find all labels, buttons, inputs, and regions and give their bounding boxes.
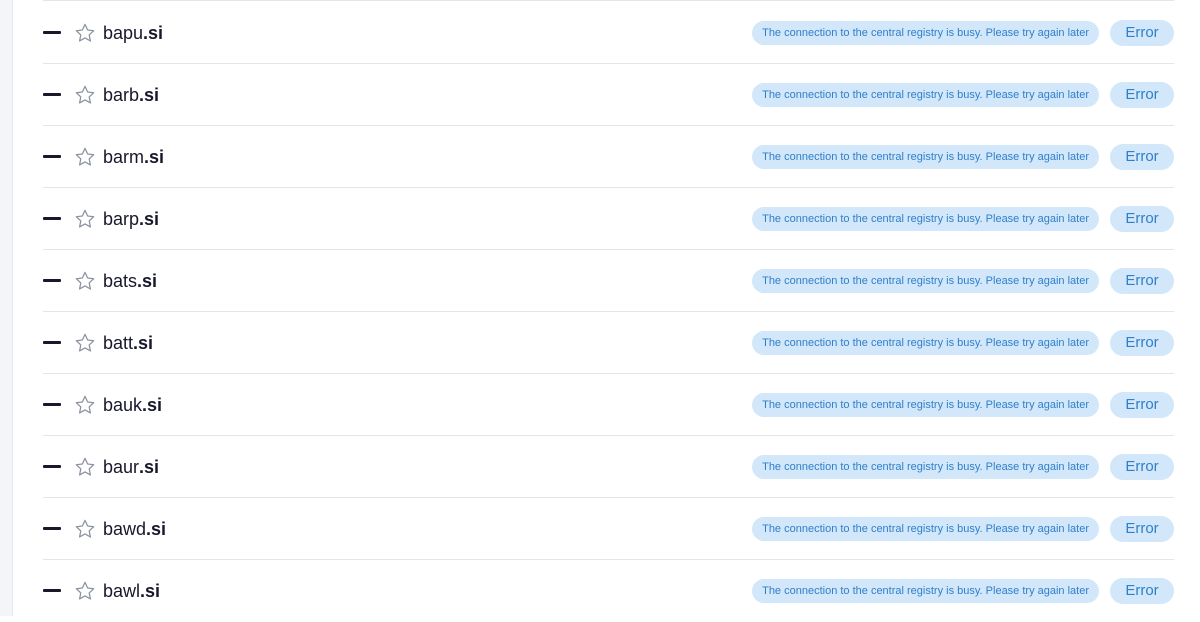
domain-label: baur — [103, 457, 140, 477]
status-message-badge: The connection to the central registry i… — [752, 393, 1099, 417]
star-outline-icon — [75, 395, 95, 414]
status-message-badge: The connection to the central registry i… — [752, 579, 1099, 603]
remove-button[interactable] — [43, 279, 61, 282]
domain-results-list: bapu.si The connection to the central re… — [43, 0, 1174, 621]
status-message-badge: The connection to the central registry i… — [752, 21, 1099, 45]
status-message-badge: The connection to the central registry i… — [752, 331, 1099, 355]
star-outline-icon — [75, 271, 95, 290]
status-message-badge: The connection to the central registry i… — [752, 269, 1099, 293]
favorite-button[interactable] — [74, 580, 96, 602]
status-message-badge: The connection to the central registry i… — [752, 455, 1099, 479]
star-outline-icon — [75, 581, 95, 600]
remove-button[interactable] — [43, 589, 61, 592]
status-button[interactable]: Error — [1110, 144, 1174, 170]
list-item: batt.si The connection to the central re… — [43, 311, 1174, 373]
list-item: barp.si The connection to the central re… — [43, 187, 1174, 249]
domain-tld: .si — [139, 85, 160, 105]
status-button[interactable]: Error — [1110, 516, 1174, 542]
status-button[interactable]: Error — [1110, 268, 1174, 294]
domain-tld: .si — [144, 147, 165, 167]
domain-name: bawd.si — [103, 517, 166, 541]
list-item: barm.si The connection to the central re… — [43, 125, 1174, 187]
remove-button[interactable] — [43, 93, 61, 96]
status-button[interactable]: Error — [1110, 330, 1174, 356]
status-button[interactable]: Error — [1110, 82, 1174, 108]
domain-tld: .si — [146, 519, 167, 539]
favorite-button[interactable] — [74, 84, 96, 106]
list-item: barb.si The connection to the central re… — [43, 63, 1174, 125]
domain-name: bawl.si — [103, 579, 160, 603]
remove-button[interactable] — [43, 217, 61, 220]
domain-tld: .si — [139, 457, 160, 477]
star-outline-icon — [75, 333, 95, 352]
star-outline-icon — [75, 457, 95, 476]
domain-label: batt — [103, 333, 134, 353]
domain-name: bauk.si — [103, 393, 162, 417]
remove-button[interactable] — [43, 341, 61, 344]
favorite-button[interactable] — [74, 518, 96, 540]
star-outline-icon — [75, 209, 95, 228]
status-button[interactable]: Error — [1110, 20, 1174, 46]
domain-label: barm — [103, 147, 145, 167]
list-item: bapu.si The connection to the central re… — [43, 0, 1174, 63]
status-message-badge: The connection to the central registry i… — [752, 207, 1099, 231]
domain-label: barp — [103, 209, 140, 229]
star-outline-icon — [75, 85, 95, 104]
left-rail — [0, 0, 13, 616]
favorite-button[interactable] — [74, 270, 96, 292]
star-outline-icon — [75, 23, 95, 42]
favorite-button[interactable] — [74, 146, 96, 168]
favorite-button[interactable] — [74, 208, 96, 230]
list-item: bats.si The connection to the central re… — [43, 249, 1174, 311]
domain-name: bapu.si — [103, 21, 163, 45]
domain-tld: .si — [133, 333, 154, 353]
star-outline-icon — [75, 519, 95, 538]
list-item: baur.si The connection to the central re… — [43, 435, 1174, 497]
star-outline-icon — [75, 147, 95, 166]
domain-name: bats.si — [103, 269, 157, 293]
favorite-button[interactable] — [74, 456, 96, 478]
list-item: bawl.si The connection to the central re… — [43, 559, 1174, 621]
status-button[interactable]: Error — [1110, 578, 1174, 604]
status-message-badge: The connection to the central registry i… — [752, 145, 1099, 169]
status-button[interactable]: Error — [1110, 392, 1174, 418]
status-button[interactable]: Error — [1110, 206, 1174, 232]
domain-name: batt.si — [103, 331, 153, 355]
remove-button[interactable] — [43, 31, 61, 34]
list-item: bawd.si The connection to the central re… — [43, 497, 1174, 559]
domain-name: baur.si — [103, 455, 159, 479]
domain-name: barp.si — [103, 207, 159, 231]
favorite-button[interactable] — [74, 332, 96, 354]
status-message-badge: The connection to the central registry i… — [752, 517, 1099, 541]
domain-name: barb.si — [103, 83, 159, 107]
domain-label: bawd — [103, 519, 147, 539]
domain-tld: .si — [139, 209, 160, 229]
domain-label: bawl — [103, 581, 141, 601]
domain-label: bats — [103, 271, 138, 291]
domain-label: barb — [103, 85, 140, 105]
favorite-button[interactable] — [74, 394, 96, 416]
domain-tld: .si — [137, 271, 158, 291]
status-message-badge: The connection to the central registry i… — [752, 83, 1099, 107]
domain-label: bauk — [103, 395, 143, 415]
remove-button[interactable] — [43, 527, 61, 530]
status-button[interactable]: Error — [1110, 454, 1174, 480]
remove-button[interactable] — [43, 465, 61, 468]
favorite-button[interactable] — [74, 22, 96, 44]
remove-button[interactable] — [43, 155, 61, 158]
domain-name: barm.si — [103, 145, 164, 169]
domain-tld: .si — [140, 581, 161, 601]
domain-tld: .si — [142, 395, 163, 415]
remove-button[interactable] — [43, 403, 61, 406]
list-item: bauk.si The connection to the central re… — [43, 373, 1174, 435]
domain-label: bapu — [103, 23, 144, 43]
domain-tld: .si — [143, 23, 164, 43]
